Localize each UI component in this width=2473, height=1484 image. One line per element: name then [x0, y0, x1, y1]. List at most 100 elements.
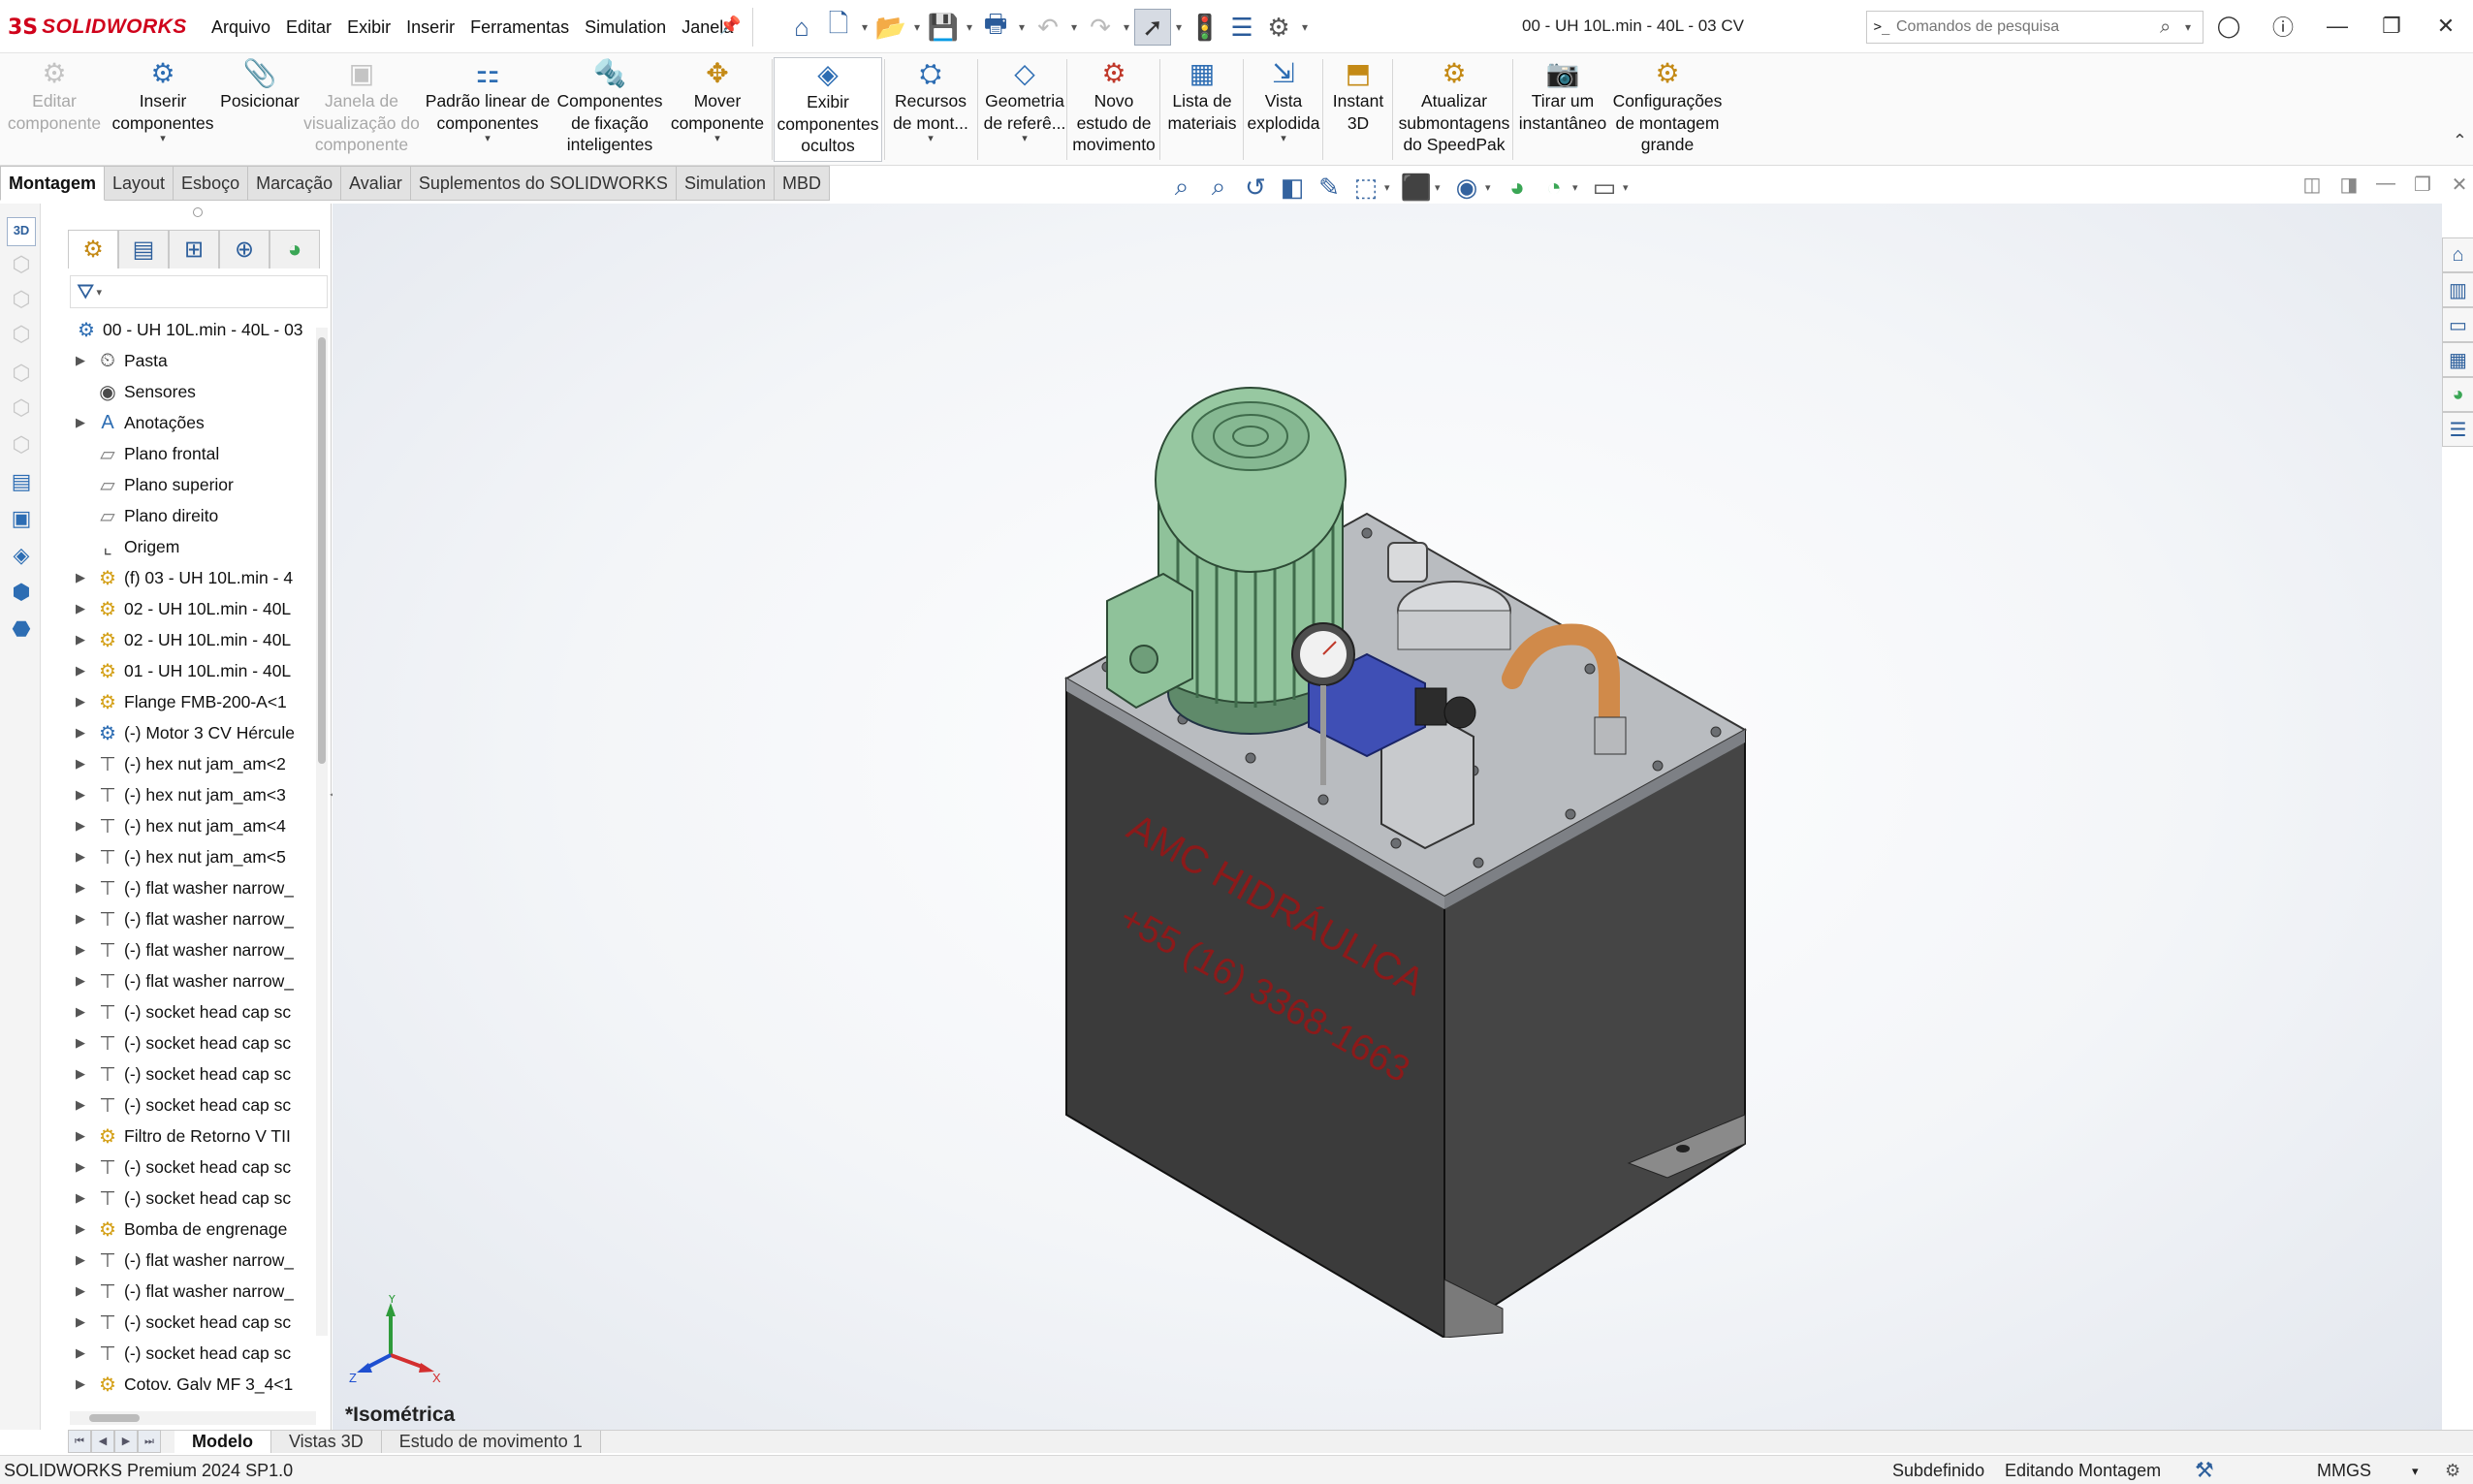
tree-node[interactable]: ▱ Plano frontal: [70, 438, 316, 469]
tree-node[interactable]: ◉ Sensores: [70, 376, 316, 407]
apply-scene-icon[interactable]: ◔: [1536, 173, 1572, 203]
section-view-icon[interactable]: ◧: [1274, 173, 1311, 203]
save-dropdown-icon[interactable]: ▾: [962, 20, 977, 34]
tree-node[interactable]: ▶ ⊤ (-) hex nut jam_am<3: [70, 779, 316, 810]
tree-node[interactable]: ▶ ⊤ (-) socket head cap sc: [70, 1058, 316, 1089]
toolbar-icon[interactable]: ⬡: [7, 361, 36, 390]
solidworks-logo[interactable]: 3S SOLIDWORKS: [8, 12, 187, 43]
expand-arrow-icon[interactable]: ▶: [70, 880, 91, 896]
pin-menu-icon[interactable]: 📌: [719, 16, 741, 36]
toolbar-icon[interactable]: ⬡: [7, 322, 36, 351]
edit-component-button[interactable]: ⚙ Editar componente: [4, 57, 105, 162]
tree-node[interactable]: ⌞ Origem: [70, 531, 316, 562]
tab-vistas-3d[interactable]: Vistas 3D: [271, 1431, 382, 1453]
tree-node[interactable]: ▶ ⚙ 01 - UH 10L.min - 40L: [70, 655, 316, 686]
tree-node[interactable]: ▱ Plano direito: [70, 500, 316, 531]
view-orientation-dropdown-icon[interactable]: ▾: [1384, 181, 1398, 194]
tree-node[interactable]: ▶ A Anotações: [70, 407, 316, 438]
custom-properties-icon[interactable]: ☰: [2442, 412, 2473, 447]
tab-esboco[interactable]: Esboço: [174, 166, 249, 201]
tree-node[interactable]: ▶ ⚙ 02 - UH 10L.min - 40L: [70, 593, 316, 624]
previous-tab-icon[interactable]: ◀: [91, 1430, 114, 1453]
tree-node[interactable]: ▶ ⊤ (-) socket head cap sc: [70, 1338, 316, 1369]
expand-arrow-icon[interactable]: ▶: [70, 1097, 91, 1113]
featuremanager-tree-tab-icon[interactable]: ⚙: [68, 230, 118, 268]
tree-node[interactable]: ▶ ⚙ Filtro de Retorno V TII: [70, 1121, 316, 1152]
hide-show-dropdown-icon[interactable]: ▾: [1485, 181, 1499, 194]
instant-3d-button[interactable]: ⬒ Instant 3D: [1324, 57, 1392, 162]
box-icon[interactable]: ⬢: [7, 580, 36, 609]
tree-node[interactable]: ▶ ⊤ (-) socket head cap sc: [70, 996, 316, 1027]
new-document-icon[interactable]: 🗋: [820, 9, 857, 46]
viewport-close-icon[interactable]: ✕: [2441, 173, 2473, 197]
expand-arrow-icon[interactable]: ▶: [70, 1252, 91, 1268]
open-dropdown-icon[interactable]: ▾: [909, 20, 925, 34]
expand-arrow-icon[interactable]: ▶: [70, 570, 91, 585]
filter-icon[interactable]: ⛛: [77, 279, 94, 304]
update-speedpak-button[interactable]: ⚙ Atualizar submontagens do SpeedPak: [1394, 57, 1514, 162]
expand-arrow-icon[interactable]: ▶: [70, 1376, 91, 1392]
display-style-dropdown-icon[interactable]: ▾: [1435, 181, 1448, 194]
tree-node[interactable]: ▶ ⊤ (-) socket head cap sc: [70, 1089, 316, 1121]
tab-suplementos[interactable]: Suplementos do SOLIDWORKS: [410, 166, 677, 201]
open-icon[interactable]: 📂: [872, 9, 909, 46]
design-library-icon[interactable]: ▥: [2442, 272, 2473, 307]
appearances-icon[interactable]: ◕: [2442, 377, 2473, 412]
toolbar-icon[interactable]: ⬡: [7, 252, 36, 281]
expand-arrow-icon[interactable]: ▶: [70, 973, 91, 989]
scene-dropdown-icon[interactable]: ▾: [1572, 181, 1586, 194]
chevron-down-icon[interactable]: ▾: [1281, 134, 1286, 144]
displaymanager-tab-icon[interactable]: ◕: [269, 230, 320, 268]
reference-geometry-button[interactable]: ◇ Geometria de referê... ▾: [979, 57, 1070, 162]
smart-fasteners-button[interactable]: 🔩 Componentes de fixação inteligentes: [553, 57, 667, 162]
expand-arrow-icon[interactable]: ▶: [70, 1283, 91, 1299]
expand-arrow-icon[interactable]: ▶: [70, 601, 91, 616]
dynamic-annotation-icon[interactable]: ✎: [1311, 173, 1347, 203]
previous-view-icon[interactable]: ↺: [1237, 173, 1274, 203]
next-tab-icon[interactable]: ▶: [114, 1430, 138, 1453]
expand-arrow-icon[interactable]: ▶: [70, 1004, 91, 1020]
expand-arrow-icon[interactable]: ▶: [70, 725, 91, 741]
tree-node[interactable]: ▶ ⚙ 02 - UH 10L.min - 40L: [70, 624, 316, 655]
tab-avaliar[interactable]: Avaliar: [341, 166, 411, 201]
take-snapshot-button[interactable]: 📷 Tirar um instantâneo: [1514, 57, 1611, 162]
tree-node[interactable]: ▶ ⊤ (-) socket head cap sc: [70, 1307, 316, 1338]
home-icon[interactable]: ⌂: [783, 9, 820, 46]
tree-node[interactable]: ▱ Plano superior: [70, 469, 316, 500]
viewport-minimize-icon[interactable]: —: [2367, 173, 2404, 197]
expand-arrow-icon[interactable]: ▶: [70, 1128, 91, 1144]
expand-arrow-icon[interactable]: ▶: [70, 787, 91, 803]
appearance-icon[interactable]: ◈: [7, 543, 36, 572]
file-properties-icon[interactable]: ☰: [1223, 9, 1260, 46]
expand-arrow-icon[interactable]: ▶: [70, 694, 91, 710]
search-dropdown-icon[interactable]: ▾: [2185, 20, 2203, 34]
tab-mbd[interactable]: MBD: [774, 166, 830, 201]
search-icon[interactable]: ⌕: [2160, 16, 2185, 39]
tree-node[interactable]: ▶ ⊤ (-) socket head cap sc: [70, 1183, 316, 1214]
large-assembly-settings-button[interactable]: ⚙ Configurações de montagem grande: [1611, 57, 1724, 162]
chevron-down-icon[interactable]: ▾: [485, 134, 491, 144]
expand-arrow-icon[interactable]: ▶: [70, 663, 91, 679]
minimize-icon[interactable]: —: [2310, 8, 2364, 45]
expand-arrow-icon[interactable]: ▶: [70, 818, 91, 834]
propertymanager-tab-icon[interactable]: ▤: [118, 230, 169, 268]
custom-tool-icon[interactable]: ⬣: [7, 616, 36, 646]
menu-ferramentas[interactable]: Ferramentas: [462, 16, 577, 40]
panel-grip-icon[interactable]: [193, 207, 203, 217]
user-account-icon[interactable]: ◯: [2202, 8, 2256, 45]
menu-simulation[interactable]: Simulation: [577, 16, 674, 40]
hydraulic-unit-model[interactable]: AMC HIDRÁULICA +55 (16) 3368-1663: [1047, 359, 1764, 1338]
show-hidden-components-button[interactable]: ◈ Exibir componentes ocultos: [774, 57, 882, 162]
viewport-split-icon[interactable]: ◫: [2294, 173, 2330, 197]
chevron-down-icon[interactable]: ▾: [160, 134, 166, 144]
tree-root-assembly[interactable]: ⚙ 00 - UH 10L.min - 40L - 03: [70, 314, 316, 345]
viewport-tile-icon[interactable]: ◨: [2330, 173, 2367, 197]
toolbar-icon[interactable]: ⬡: [7, 287, 36, 316]
expand-arrow-icon[interactable]: ▶: [70, 1221, 91, 1237]
exploded-view-button[interactable]: ⇲ Vista explodida ▾: [1245, 57, 1322, 162]
menu-exibir[interactable]: Exibir: [339, 16, 398, 40]
viewport-restore-icon[interactable]: ❐: [2404, 173, 2441, 197]
tree-vertical-scrollbar[interactable]: [316, 328, 328, 1336]
expand-arrow-icon[interactable]: ▶: [70, 632, 91, 647]
tree-node[interactable]: ▶ ⊤ (-) flat washer narrow_: [70, 903, 316, 934]
